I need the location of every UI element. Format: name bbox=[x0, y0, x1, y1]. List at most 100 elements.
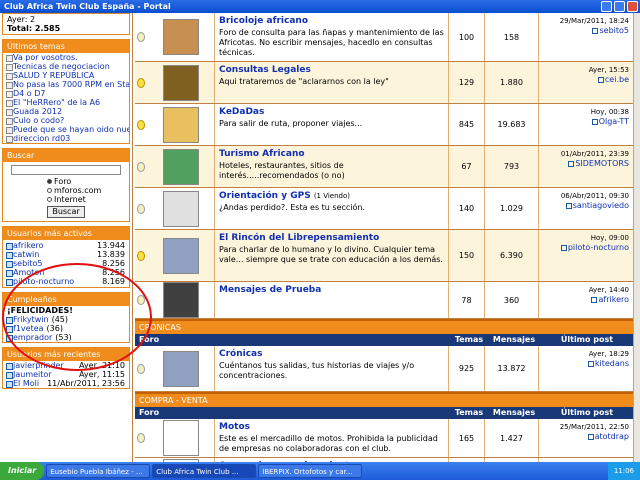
search-input[interactable] bbox=[11, 165, 121, 175]
search-button[interactable]: Buscar bbox=[47, 206, 85, 218]
forum-thumbnail[interactable] bbox=[162, 64, 199, 101]
last-post-date: Ayer, 14:40 bbox=[588, 286, 629, 294]
lightbulb-icon bbox=[137, 119, 145, 130]
user-link[interactable]: javierpfinder bbox=[13, 361, 64, 370]
forum-title-link[interactable]: Bricoloje africano bbox=[219, 16, 308, 26]
forum-last-post: Hoy, 09:00 piloto-nocturno bbox=[539, 230, 633, 281]
forum-image-cell bbox=[147, 146, 215, 187]
last-post-user-link[interactable]: santiagoviedo bbox=[573, 201, 629, 210]
search-option[interactable]: Foro bbox=[11, 177, 121, 186]
forum-thumbnail[interactable] bbox=[162, 282, 199, 318]
radio-icon[interactable] bbox=[47, 197, 52, 202]
last-post-user-link[interactable]: kitedans bbox=[595, 359, 629, 368]
user-link[interactable]: Frikytwin bbox=[13, 315, 49, 324]
last-post-date: 29/Mar/2011, 18:24 bbox=[559, 17, 629, 25]
latest-topic-link[interactable]: No pasa las 7000 RPM en Sta.............… bbox=[3, 80, 129, 89]
forum-thumbnail[interactable] bbox=[162, 19, 199, 55]
forum-title-link[interactable]: Turismo Africano bbox=[219, 149, 305, 159]
latest-topic-link[interactable]: direccion rd03 bbox=[3, 134, 129, 143]
forum-thumbnail[interactable] bbox=[162, 148, 199, 185]
taskbar-item[interactable]: IBERPIX. Ortofotos y car... bbox=[258, 464, 363, 478]
forum-index: Bricoloje africano Foro de consulta para … bbox=[135, 13, 633, 462]
user-link[interactable]: emprador bbox=[13, 333, 52, 342]
forum-image-cell bbox=[147, 62, 215, 103]
last-post-user-link[interactable]: afrikero bbox=[598, 295, 629, 304]
radio-icon[interactable] bbox=[47, 179, 52, 184]
close-button[interactable] bbox=[627, 1, 638, 12]
latest-topic-link[interactable]: Tecnicas de negociacion bbox=[3, 62, 129, 71]
forum-thumbnail[interactable] bbox=[162, 106, 199, 143]
maximize-button[interactable] bbox=[614, 1, 625, 12]
start-button[interactable]: Iniciar bbox=[0, 462, 45, 480]
forum-title-link[interactable]: KeDaDas bbox=[219, 107, 264, 117]
forum-thumbnail[interactable] bbox=[162, 420, 199, 456]
section-cronicas-title[interactable]: CRÓNICAS bbox=[135, 319, 633, 334]
window-title: Club Africa Twin Club España - Portal bbox=[4, 2, 171, 11]
user-link[interactable]: afrikero bbox=[13, 241, 44, 250]
user-link[interactable]: piloto-nocturno bbox=[13, 277, 74, 286]
user-icon bbox=[591, 118, 598, 125]
taskbar-item[interactable]: Club Africa Twin Club ... bbox=[152, 464, 257, 478]
forum-title-link[interactable]: Mensajes de Prueba bbox=[219, 285, 321, 295]
user-icon bbox=[592, 27, 599, 34]
forum-thumbnail[interactable] bbox=[162, 237, 199, 274]
user-link[interactable]: f1vetea bbox=[13, 324, 44, 333]
forum-topic-count: 925 bbox=[449, 346, 485, 391]
forum-thumbnail[interactable] bbox=[162, 350, 199, 387]
recent-user-row: javierpfinder Ayer, 21:10 bbox=[3, 361, 129, 370]
vertical-scrollbar[interactable] bbox=[633, 13, 640, 462]
latest-topic-link[interactable]: Va por vosotros. bbox=[3, 53, 129, 62]
birthday-user-row: Frikytwin (45) bbox=[3, 315, 129, 324]
user-link[interactable]: Jaumeitor bbox=[13, 370, 52, 379]
forum-last-post: Hoy, 00:38 Olga-TT bbox=[539, 104, 633, 145]
last-post-user-link[interactable]: cei.be bbox=[605, 75, 629, 84]
user-link[interactable]: catwin bbox=[13, 250, 39, 259]
latest-topic-link[interactable]: SALUD Y REPÚBLICA bbox=[3, 71, 129, 80]
forum-title-link[interactable]: Consultas Legales bbox=[219, 65, 311, 75]
forum-status-cell bbox=[135, 282, 147, 318]
last-post-user-link[interactable]: Olga-TT bbox=[599, 117, 629, 126]
forum-thumbnail[interactable] bbox=[162, 190, 199, 227]
last-post-user-link[interactable]: sebito5 bbox=[599, 26, 629, 35]
lightbulb-icon bbox=[137, 77, 145, 88]
lightbulb-icon bbox=[137, 161, 145, 172]
last-post-user-link[interactable]: SIDEMOTORS bbox=[575, 159, 629, 168]
last-post-date: Hoy, 09:00 bbox=[590, 234, 629, 242]
forum-title-link[interactable]: Motos bbox=[219, 422, 250, 432]
search-option-label: mforos.com bbox=[54, 186, 102, 195]
user-link[interactable]: El Moli bbox=[13, 379, 39, 388]
latest-topic-link[interactable]: D4 o D7 bbox=[3, 89, 129, 98]
forum-row: KeDaDas Para salir de ruta, proponer viaj… bbox=[135, 104, 633, 146]
last-post-user-link[interactable]: atotdrap bbox=[595, 432, 629, 441]
user-join-date: 11/Abr/2011, 23:56 bbox=[47, 379, 125, 388]
birthday-text: ¡FELICIDADES! bbox=[7, 306, 73, 315]
minimize-button[interactable] bbox=[601, 1, 612, 12]
forum-description: ¿Andas perdido?. Esta es tu sección. bbox=[219, 203, 366, 212]
last-post-user-link[interactable]: piloto-nocturno bbox=[568, 243, 629, 252]
latest-topic-link[interactable]: Culo o codo? bbox=[3, 116, 129, 125]
last-post-user-line: sebito5 bbox=[543, 26, 629, 35]
latest-topic-link[interactable]: El "HeRRero" de la A6 bbox=[3, 98, 129, 107]
user-link[interactable]: Amoton bbox=[13, 268, 44, 277]
search-option[interactable]: Internet bbox=[11, 195, 121, 204]
search-options: Foro mforos.com Internet bbox=[11, 177, 121, 204]
forum-image-cell bbox=[147, 282, 215, 318]
col-temas: Temas bbox=[454, 335, 484, 344]
search-option[interactable]: mforos.com bbox=[11, 186, 121, 195]
latest-topic-link[interactable]: Puede que se hayan oido nuestras plegari… bbox=[3, 125, 129, 134]
forum-info-cell: Consultas Legales Aqui trataremos de "acl… bbox=[215, 62, 449, 103]
section-compraventa-title[interactable]: COMPRA - VENTA bbox=[135, 392, 633, 407]
forum-title-link[interactable]: El Rincón del Librepensamiento bbox=[219, 233, 379, 243]
forum-title-link[interactable]: Orientación y GPS bbox=[219, 191, 311, 201]
user-link[interactable]: sebito5 bbox=[13, 259, 43, 268]
forum-image-cell bbox=[147, 188, 215, 229]
user-post-count: 8.256 bbox=[102, 259, 125, 268]
col-foro: Foro bbox=[139, 335, 160, 344]
taskbar-item[interactable]: Eusebio Puebla Ibáñez - ... bbox=[46, 464, 151, 478]
last-post-date: Ayer, 15:53 bbox=[588, 66, 629, 74]
search-option-label: Foro bbox=[54, 177, 72, 186]
search-box: Buscar Foro mforos.com Internet Buscar bbox=[2, 148, 130, 222]
latest-topic-link[interactable]: Guada 2012 bbox=[3, 107, 129, 116]
forum-title-link[interactable]: Crónicas bbox=[219, 349, 262, 359]
radio-icon[interactable] bbox=[47, 188, 52, 193]
